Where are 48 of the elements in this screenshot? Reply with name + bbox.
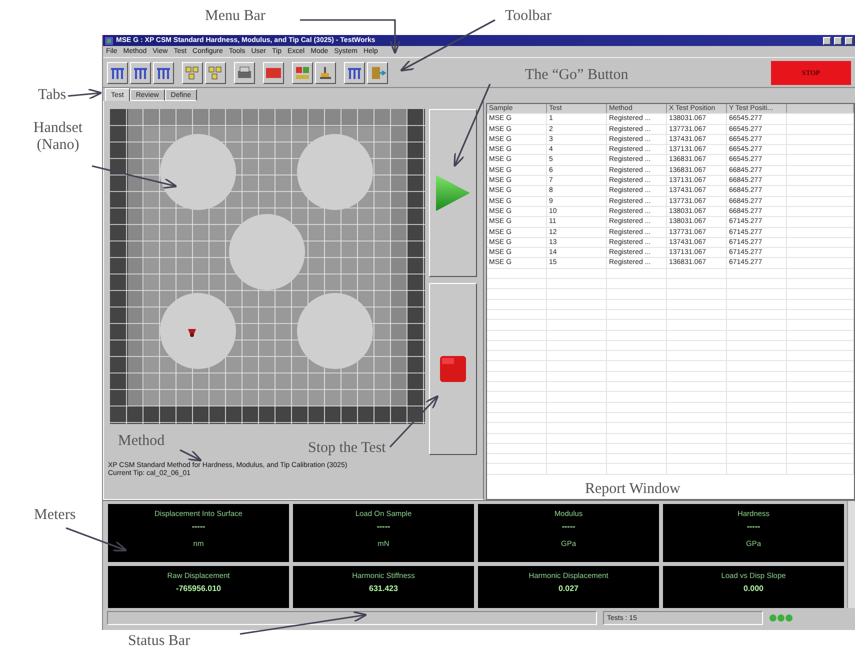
close-button[interactable] — [845, 36, 853, 44]
callout-label: Status Bar — [128, 633, 190, 650]
meter-value: ----- — [192, 522, 206, 531]
app-icon — [105, 36, 113, 44]
callout-label: Toolbar — [505, 8, 552, 24]
stand-icon — [317, 64, 334, 80]
callout-label: Stop the Test — [308, 440, 386, 456]
restore-button[interactable] — [834, 36, 842, 44]
meter-value: 631.423 — [369, 584, 398, 593]
stop-test-button[interactable] — [429, 283, 477, 455]
printer-icon — [236, 64, 253, 80]
status-lights-icon — [769, 614, 793, 622]
meter-value: ----- — [376, 522, 390, 531]
play-icon — [436, 175, 470, 211]
toolbar-button[interactable] — [153, 62, 174, 84]
callout-label: Report Window — [585, 481, 680, 498]
toolbar-button[interactable] — [367, 62, 388, 84]
callout-arrow — [180, 449, 202, 462]
meter-value: -765956.010 — [176, 584, 221, 593]
scrollbar[interactable] — [847, 501, 855, 608]
callout-label: Method — [118, 433, 165, 450]
callout-label: Meters — [34, 507, 76, 524]
toolbar-button[interactable] — [205, 62, 226, 84]
toolbar-button[interactable] — [182, 62, 203, 84]
blocks-icon — [184, 64, 201, 80]
stop-icon — [440, 356, 466, 382]
meter-value: ----- — [562, 522, 576, 531]
callout-arrow — [389, 395, 439, 448]
blocks-icon — [207, 64, 224, 80]
callout-label: Tabs — [38, 87, 66, 104]
toolbar-button[interactable] — [263, 62, 284, 84]
meter-value: 0.000 — [743, 584, 764, 593]
callout-label: Handset (Nano) — [32, 120, 84, 153]
toolbar-button[interactable] — [130, 62, 151, 84]
toolbar-button[interactable] — [234, 62, 255, 84]
meter-value: 0.027 — [558, 584, 579, 593]
go-button[interactable] — [429, 109, 477, 277]
door-icon — [369, 64, 386, 80]
toolbar-button[interactable] — [107, 62, 128, 84]
minimize-button[interactable] — [823, 36, 831, 44]
toolbar-button[interactable] — [315, 62, 336, 84]
callout-arrow — [68, 88, 102, 100]
toolbar-button[interactable] — [292, 62, 313, 84]
callout-label: Menu Bar — [205, 8, 266, 24]
meter-value: ----- — [746, 522, 760, 531]
toolbar-button[interactable] — [344, 62, 365, 84]
callout-label: The “Go” Button — [525, 67, 628, 84]
callout-arrow — [66, 527, 128, 552]
